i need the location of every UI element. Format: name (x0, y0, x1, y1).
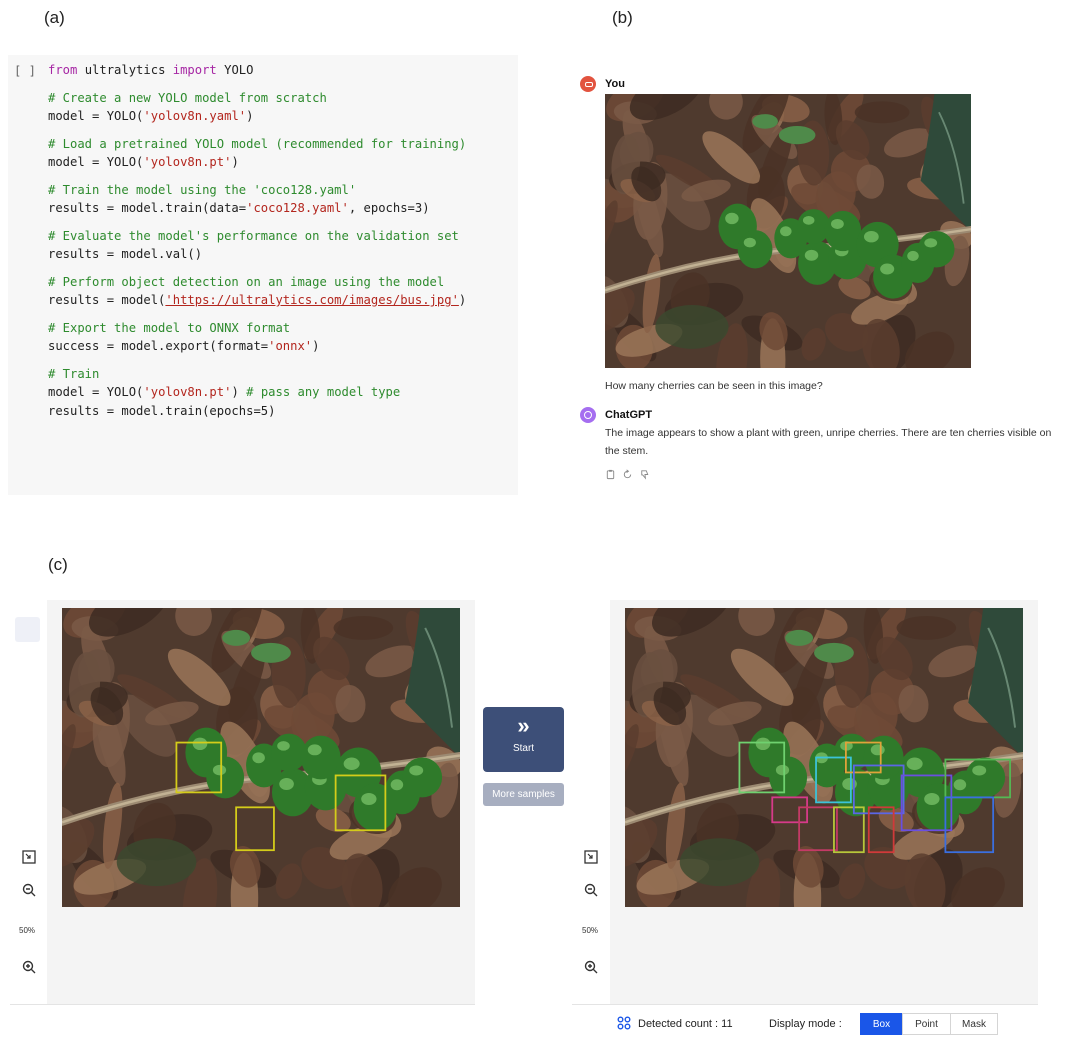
code-cell[interactable]: [ ] from ultralytics import YOLO # Create… (8, 55, 518, 495)
code-line: model = YOLO('yolov8n.yaml') (48, 109, 253, 123)
code-token: 'yolov8n.yaml' (143, 109, 247, 123)
input-image (62, 608, 460, 907)
mode-point-button[interactable]: Point (902, 1013, 951, 1035)
mode-mask-button[interactable]: Mask (950, 1013, 998, 1035)
code-line: from ultralytics import YOLO (48, 63, 253, 77)
start-button[interactable]: » Start (483, 707, 564, 772)
panel-label-b: (b) (612, 8, 633, 27)
code-token: YOLO (216, 63, 254, 77)
code-token: 'coco128.yaml' (246, 201, 349, 215)
code-token: results = model.val() (48, 247, 203, 261)
start-button-label: Start (512, 743, 535, 754)
zoom-in-icon[interactable] (21, 959, 37, 975)
detection-result-image (625, 608, 1023, 907)
code-token: 'onnx' (268, 339, 313, 353)
code-line: # Export the model to ONNX format (48, 321, 290, 335)
code-token: ) (231, 155, 239, 169)
mode-box-button[interactable]: Box (860, 1013, 903, 1035)
code-token: # Train the model using the 'coco128.yam… (48, 182, 357, 197)
user-name: You (605, 78, 625, 90)
code-token: 'yolov8n.pt' (143, 385, 232, 399)
bot-answer-line2: the stem. (605, 445, 649, 457)
code-token: results = model.train(epochs=5) (48, 403, 276, 418)
code-line: results = model.train(data='coco128.yaml… (48, 201, 430, 215)
code-token: success = model.export(format= (48, 339, 269, 353)
code-token: # Export the model to ONNX format (48, 320, 291, 335)
code-token: results = model( (48, 293, 166, 307)
code-line: # Perform object detection on an image u… (48, 275, 444, 289)
bot-answer-line1: The image appears to show a plant with g… (605, 427, 1052, 439)
code-token: 'https://ultralytics.com/images/bus.jpg' (165, 293, 459, 307)
detected-count-label: Detected count : (638, 1018, 719, 1030)
copy-icon[interactable] (605, 469, 616, 480)
code-token: # Load a pretrained YOLO model (recommen… (48, 136, 467, 151)
double-chevron-right-icon: » (517, 713, 530, 738)
chat-uploaded-image (605, 94, 971, 368)
code-token: # Train (48, 366, 100, 381)
code-token: ) (231, 385, 247, 399)
code-token: results = model.train(data= (48, 201, 247, 215)
code-token: ultralytics (77, 63, 173, 77)
zoom-out-icon[interactable] (21, 882, 37, 898)
code-token: ) (458, 293, 467, 307)
code-line: # Train (48, 367, 99, 381)
code-token: import (172, 63, 217, 77)
detected-count-value: 11 (721, 1018, 733, 1030)
zoom-level-right: 50% (582, 926, 599, 935)
code-line: # Train the model using the 'coco128.yam… (48, 183, 356, 197)
cell-run-gutter[interactable]: [ ] (14, 64, 36, 78)
user-question: How many cherries can be seen in this im… (605, 380, 823, 392)
zoom-level: 50% (19, 926, 36, 935)
code-line: success = model.export(format='onnx') (48, 339, 320, 353)
code-token: model = YOLO( (48, 109, 144, 123)
message-actions (605, 469, 650, 480)
fit-screen-icon-right[interactable] (583, 849, 599, 865)
bot-name: ChatGPT (605, 409, 653, 421)
regenerate-icon[interactable] (622, 469, 633, 480)
left-viewer-divider (10, 1004, 475, 1005)
chatgpt-avatar (580, 407, 596, 423)
code-token: # Create a new YOLO model from scratch (48, 90, 327, 105)
code-token: 'yolov8n.pt' (143, 155, 232, 169)
code-line: # Load a pretrained YOLO model (recommen… (48, 137, 466, 151)
code-line: model = YOLO('yolov8n.pt') (48, 155, 239, 169)
panel-label-a: (a) (44, 8, 65, 27)
display-mode-label: Display mode : (769, 1018, 842, 1030)
code-token: from (48, 63, 78, 77)
fit-screen-icon[interactable] (21, 849, 37, 865)
code-line: # Evaluate the model's performance on th… (48, 229, 459, 243)
code-token: model = YOLO( (48, 155, 144, 169)
panel-label-c: (c) (48, 555, 68, 574)
more-samples-button[interactable]: More samples (483, 783, 564, 806)
code-line: results = model('https://ultralytics.com… (48, 293, 466, 307)
code-line: # Create a new YOLO model from scratch (48, 91, 327, 105)
detected-count-icon (617, 1016, 631, 1030)
code-token: , epochs=3) (348, 201, 430, 215)
code-token: model = YOLO( (48, 385, 144, 399)
zoom-in-icon-right[interactable] (583, 959, 599, 975)
code-token: # pass any model type (246, 385, 401, 399)
left-viewer-logo (15, 617, 40, 642)
code-line: results = model.train(epochs=5) (48, 404, 275, 418)
code-token: # Perform object detection on an image u… (48, 274, 445, 289)
code-token: ) (246, 109, 254, 123)
code-line: model = YOLO('yolov8n.pt') # pass any mo… (48, 385, 400, 399)
code-token: ) (312, 339, 320, 353)
detected-count: Detected count : 11 (638, 1018, 733, 1030)
user-avatar (580, 76, 596, 92)
zoom-out-icon-right[interactable] (583, 882, 599, 898)
code-token: # Evaluate the model's performance on th… (48, 228, 459, 243)
result-footer: Detected count : 11 Display mode : Box P… (572, 1005, 1037, 1041)
code-line: results = model.val() (48, 247, 202, 261)
thumbs-down-icon[interactable] (639, 469, 650, 480)
